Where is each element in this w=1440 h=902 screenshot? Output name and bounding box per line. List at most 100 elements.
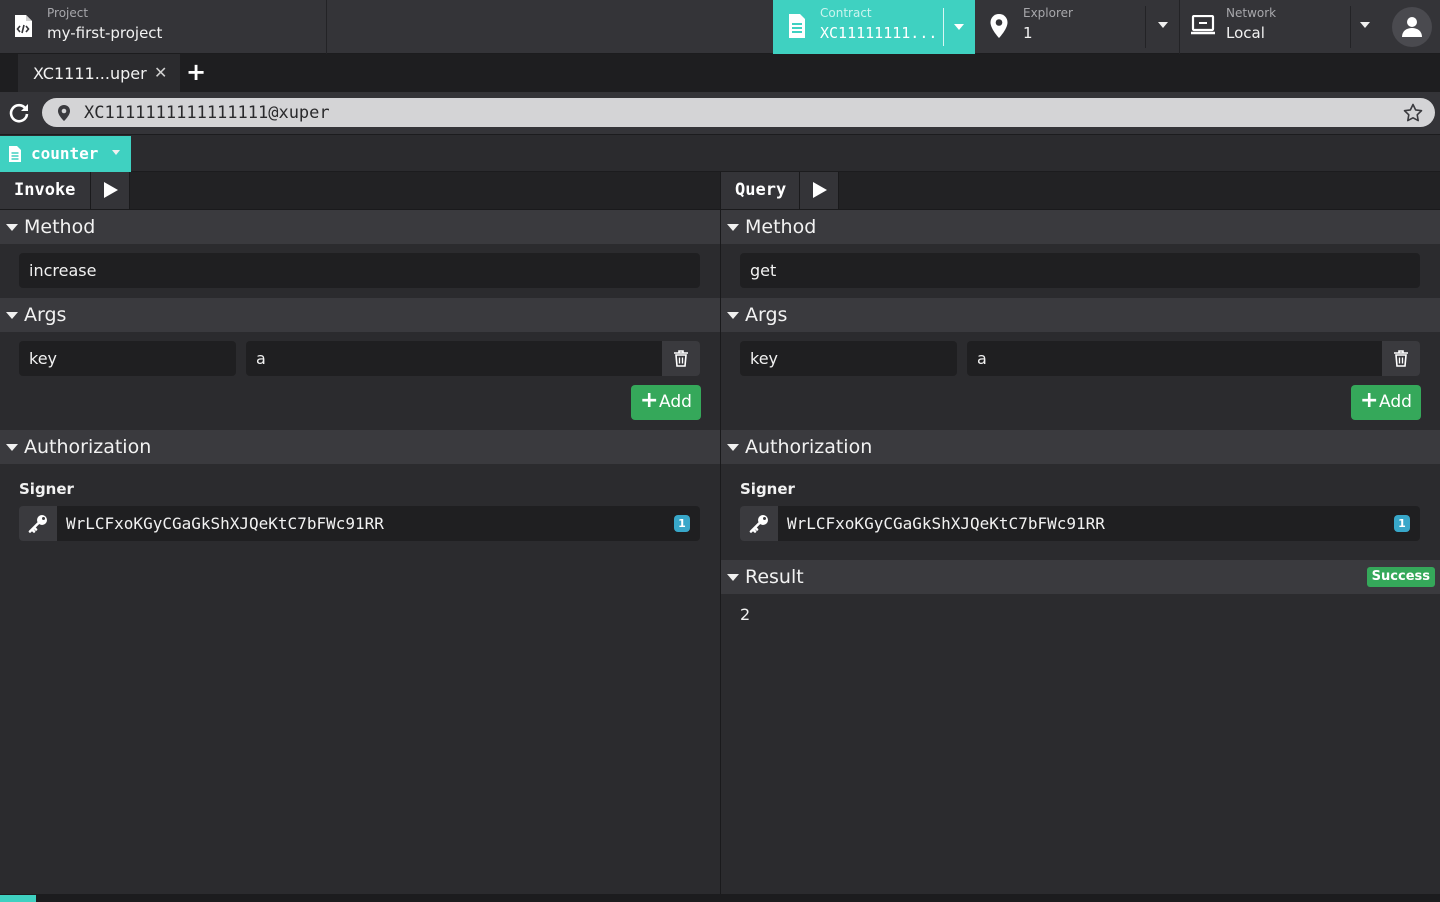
user-icon (1402, 17, 1422, 37)
file-icon (789, 14, 805, 38)
result-section-header[interactable]: Result Success (721, 560, 1440, 594)
contract-selector[interactable]: Contract XC11111111... (773, 0, 975, 54)
signer-label: Signer (19, 480, 74, 498)
chevron-down-icon (6, 312, 18, 319)
explorer-label: Explorer (1023, 6, 1073, 20)
section-title: Authorization (24, 436, 152, 458)
status-badge: Success (1366, 567, 1435, 587)
network-value: Local (1226, 24, 1265, 42)
explorer-selector[interactable]: Explorer 1 (975, 0, 1180, 54)
query-toolbar: Query (721, 172, 1440, 210)
top-header: Project my-first-project Contract XC1111… (0, 0, 1440, 54)
star-icon[interactable] (1403, 103, 1423, 123)
section-title: Args (24, 304, 67, 326)
key-button[interactable] (19, 506, 57, 541)
signer-address: WrLCFxoKGyCGaGkShXJQeKtC7bFWc91RR (787, 514, 1105, 533)
signer-address: WrLCFxoKGyCGaGkShXJQeKtC7bFWc91RR (66, 514, 384, 533)
result-value: 2 (740, 605, 751, 624)
chevron-down-icon (727, 444, 739, 451)
chevron-down-icon (727, 224, 739, 231)
contract-label: Contract (820, 6, 872, 20)
invoke-title: Invoke (14, 180, 76, 200)
method-value: increase (29, 261, 97, 280)
location-pin-icon (58, 105, 70, 121)
chevron-down-icon[interactable] (1360, 22, 1370, 28)
add-arg-button[interactable]: + Add (1351, 385, 1421, 420)
method-input[interactable]: increase (19, 253, 700, 288)
refresh-icon[interactable] (8, 102, 30, 124)
chevron-down-icon (727, 312, 739, 319)
signer-input[interactable]: WrLCFxoKGyCGaGkShXJQeKtC7bFWc91RR 1 (778, 506, 1420, 541)
arg-value-input[interactable]: a (967, 341, 1382, 376)
query-run-button[interactable] (800, 172, 839, 209)
file-code-icon (15, 15, 32, 37)
contract-value: XC11111111... (820, 24, 938, 42)
project-selector[interactable]: Project my-first-project (0, 0, 327, 54)
arg-key-input[interactable]: key (19, 341, 236, 376)
plus-icon: + (1360, 388, 1379, 413)
add-label: Add (659, 392, 692, 412)
location-pin-icon (990, 14, 1008, 38)
network-selector[interactable]: Network Local (1180, 0, 1383, 54)
play-icon (813, 182, 827, 198)
bottom-tab-indicator[interactable] (0, 895, 36, 902)
query-title: Query (735, 180, 787, 200)
signer-count-badge: 1 (674, 515, 690, 532)
close-icon[interactable]: ✕ (154, 63, 167, 82)
query-tab[interactable]: Query (721, 172, 800, 209)
contract-name-dropdown[interactable]: counter (0, 136, 131, 172)
signer-input[interactable]: WrLCFxoKGyCGaGkShXJQeKtC7bFWc91RR 1 (57, 506, 700, 541)
chevron-down-icon (727, 574, 739, 581)
section-title: Method (745, 216, 817, 238)
play-icon (104, 182, 118, 198)
contract-name: counter (31, 144, 99, 163)
delete-arg-button[interactable] (662, 341, 700, 376)
bottom-bar (0, 894, 1440, 902)
signer-count-badge: 1 (1394, 515, 1410, 532)
chevron-down-icon[interactable] (954, 24, 964, 30)
method-value: get (750, 261, 777, 280)
arg-value-input[interactable]: a (246, 341, 662, 376)
add-arg-button[interactable]: + Add (631, 385, 701, 420)
key-icon (749, 515, 768, 533)
add-tab-button[interactable]: + (186, 58, 206, 86)
section-title: Args (745, 304, 788, 326)
contract-bar: counter (0, 136, 1440, 172)
network-label: Network (1226, 6, 1277, 20)
tab-contract[interactable]: XC1111...uper ✕ (18, 54, 180, 92)
key-icon (28, 515, 47, 533)
divider (1145, 6, 1146, 48)
plus-icon: + (640, 388, 659, 413)
key-button[interactable] (740, 506, 778, 541)
divider (1350, 6, 1351, 48)
chevron-down-icon[interactable] (1158, 22, 1168, 28)
invoke-tab[interactable]: Invoke (0, 172, 91, 209)
section-title: Method (24, 216, 96, 238)
method-section-header[interactable]: Method (721, 210, 1440, 244)
explorer-value: 1 (1023, 24, 1033, 42)
chevron-down-icon (112, 150, 120, 155)
authorization-section-header[interactable]: Authorization (0, 430, 720, 464)
invoke-panel: Invoke Method increase Args key a + Add … (0, 172, 720, 894)
monitor-icon (1191, 15, 1215, 35)
args-section-header[interactable]: Args (0, 298, 720, 332)
invoke-toolbar: Invoke (0, 172, 720, 210)
args-section-header[interactable]: Args (721, 298, 1440, 332)
signer-label: Signer (740, 480, 795, 498)
invoke-run-button[interactable] (91, 172, 130, 209)
file-icon (9, 146, 21, 162)
authorization-section-header[interactable]: Authorization (721, 430, 1440, 464)
method-input[interactable]: get (740, 253, 1420, 288)
address-bar: XC1111111111111111@xuper (0, 92, 1440, 135)
tab-bar: XC1111...uper ✕ + (0, 54, 1440, 92)
address-text: XC1111111111111111@xuper (84, 103, 330, 123)
user-avatar-button[interactable] (1392, 7, 1432, 47)
chevron-down-icon (6, 444, 18, 451)
address-input[interactable]: XC1111111111111111@xuper (42, 98, 1435, 127)
method-section-header[interactable]: Method (0, 210, 720, 244)
delete-arg-button[interactable] (1382, 341, 1420, 376)
arg-value: a (977, 349, 987, 368)
arg-key-input[interactable]: key (740, 341, 957, 376)
project-label: Project (47, 6, 89, 20)
arg-key: key (29, 349, 58, 368)
